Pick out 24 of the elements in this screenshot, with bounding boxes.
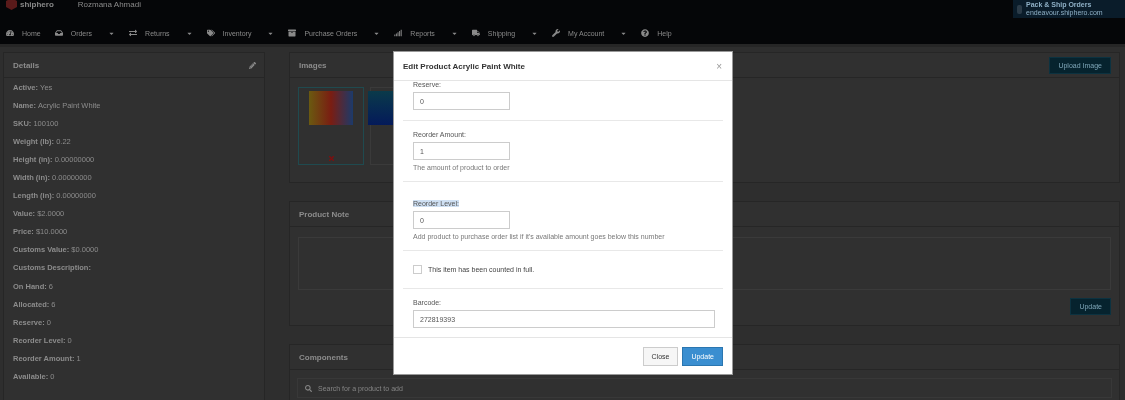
modal-title: Edit Product Acrylic Paint White [403, 61, 525, 71]
delete-icon[interactable] [328, 156, 334, 161]
nav-icon [394, 29, 403, 37]
phone-icon [1017, 4, 1022, 14]
nav-icon [54, 29, 63, 37]
panel-title: Images [299, 60, 327, 70]
edit-icon[interactable] [249, 61, 256, 69]
nav-icon [206, 29, 215, 37]
search-icon [305, 384, 312, 392]
panel-title: Product Note [299, 209, 350, 219]
panel-title: Components [299, 352, 348, 362]
nav-icon [288, 29, 297, 37]
image-thumbnail[interactable] [298, 87, 364, 165]
nav-icon [641, 29, 650, 37]
photo-placeholder [309, 91, 353, 125]
panel-title: Details [13, 60, 40, 70]
nav-icon [471, 29, 480, 37]
nav-icon [552, 29, 561, 37]
nav-icon [6, 29, 14, 37]
logo-icon [6, 0, 17, 10]
user-name: Rozmana Ahmadi [77, 0, 141, 9]
checkbox[interactable] [413, 265, 422, 274]
nav-icon [129, 29, 138, 37]
logo-text: shiphero [20, 0, 54, 9]
